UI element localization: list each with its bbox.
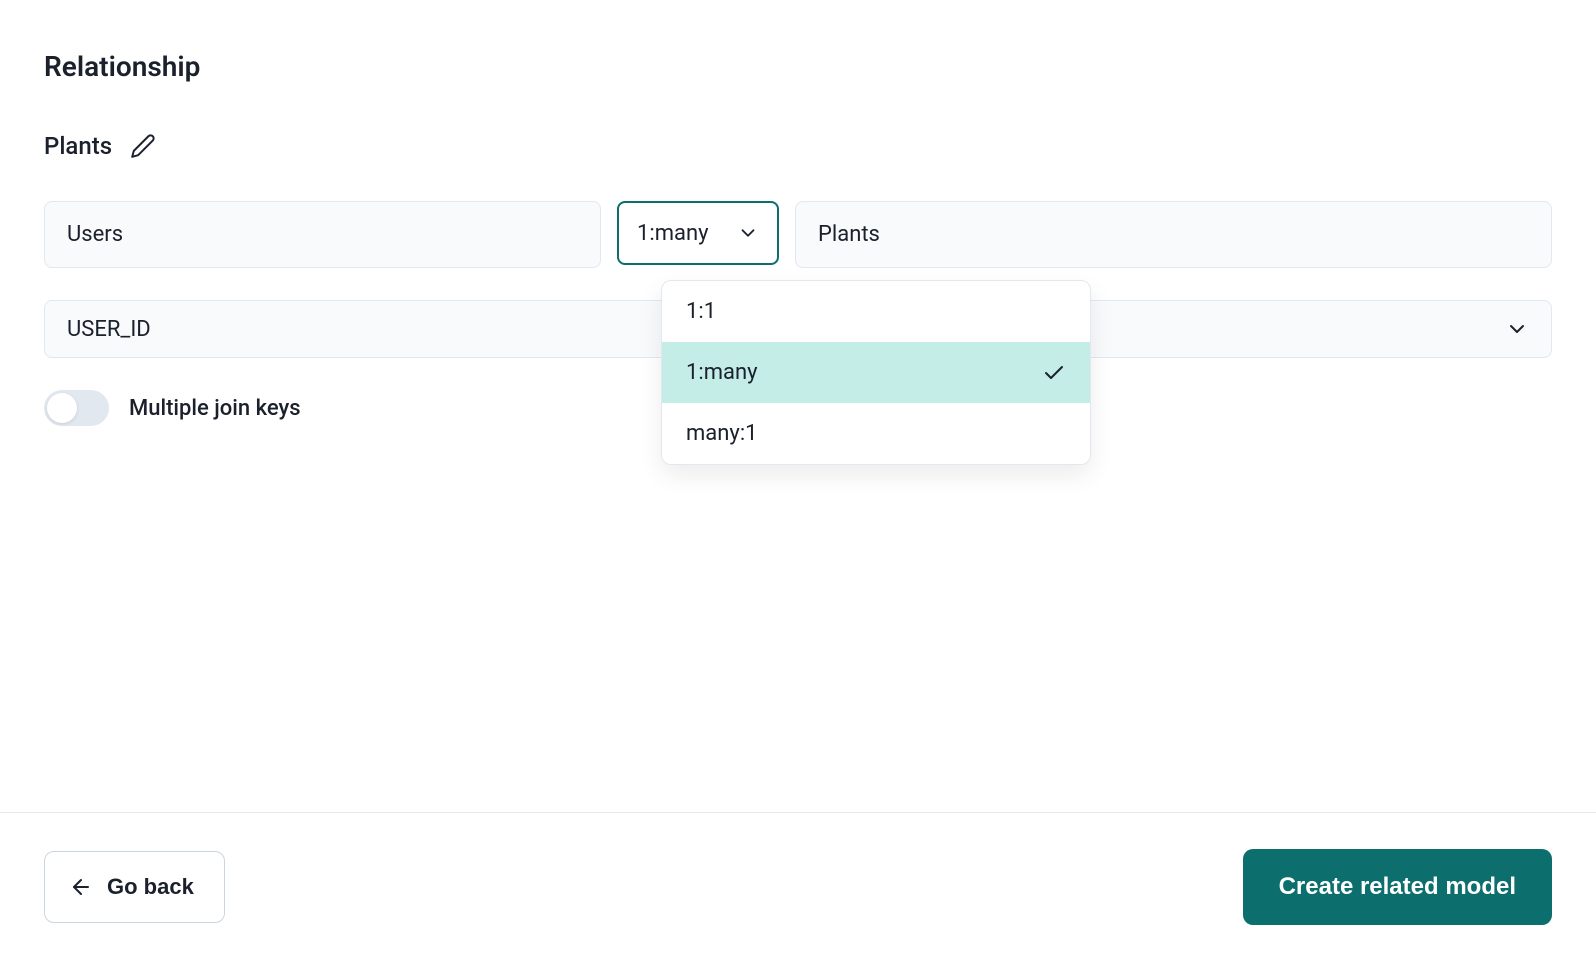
check-icon	[1042, 361, 1066, 385]
section-title: Relationship	[44, 50, 1552, 83]
relationship-row: Users 1:many Plants 1:1 1:many many:1	[44, 201, 1552, 268]
model-name-row: Plants	[44, 131, 1552, 161]
cardinality-option[interactable]: 1:many	[662, 342, 1090, 403]
cardinality-option[interactable]: many:1	[662, 403, 1090, 464]
cardinality-dropdown: 1:1 1:many many:1	[661, 280, 1091, 465]
option-label: 1:1	[686, 299, 716, 324]
option-label: many:1	[686, 421, 758, 446]
go-back-button[interactable]: Go back	[44, 851, 225, 923]
chevron-down-icon	[737, 222, 759, 244]
cardinality-value: 1:many	[637, 221, 709, 246]
multiple-join-keys-label: Multiple join keys	[129, 396, 301, 421]
go-back-label: Go back	[107, 874, 194, 900]
multiple-join-keys-toggle[interactable]	[44, 390, 109, 426]
footer-bar: Go back Create related model	[0, 812, 1596, 961]
toggle-handle	[47, 393, 77, 423]
left-model-field[interactable]: Users	[44, 201, 601, 268]
right-model-field[interactable]: Plants	[795, 201, 1552, 268]
model-name: Plants	[44, 132, 112, 160]
edit-name-button[interactable]	[128, 131, 158, 161]
cardinality-option[interactable]: 1:1	[662, 281, 1090, 342]
pencil-icon	[130, 133, 156, 159]
create-related-model-button[interactable]: Create related model	[1243, 849, 1552, 925]
cardinality-select[interactable]: 1:many	[617, 201, 779, 265]
option-label: 1:many	[686, 360, 758, 385]
join-key-value: USER_ID	[67, 317, 151, 342]
arrow-left-icon	[69, 875, 93, 899]
chevron-down-icon	[1505, 317, 1529, 341]
